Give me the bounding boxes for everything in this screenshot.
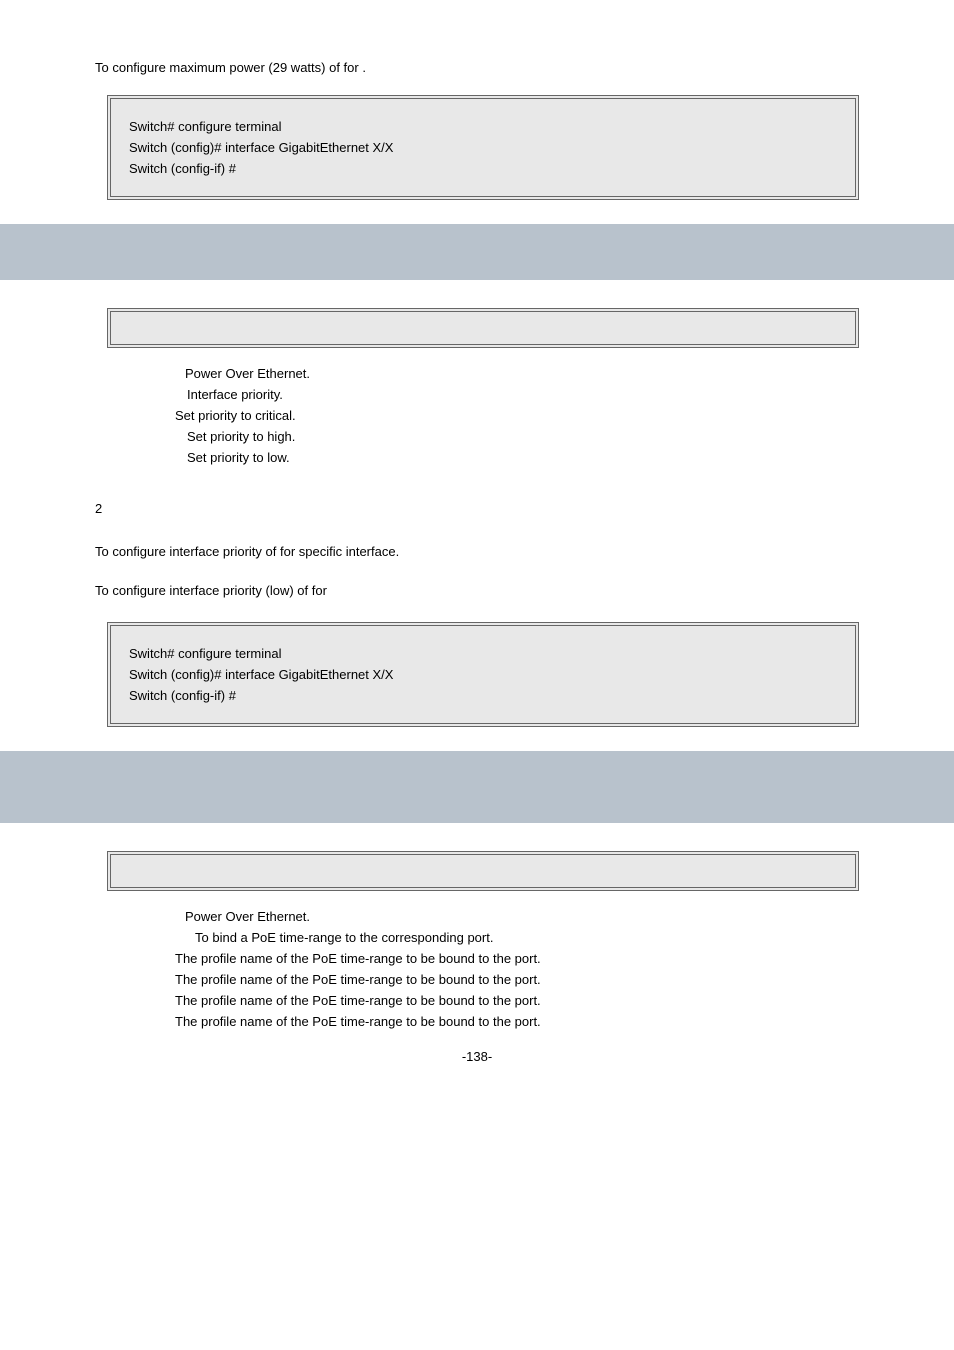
code-example-box: Switch# configure terminal Switch (confi… — [107, 95, 859, 200]
syntax-box — [107, 851, 859, 891]
code-line: Switch (config)# interface GigabitEthern… — [129, 140, 837, 155]
usage-guide-text: To configure interface priority of for s… — [95, 544, 859, 559]
section-header-bar — [0, 751, 954, 823]
param-desc: The profile name of the PoE time-range t… — [175, 1014, 541, 1029]
param-desc: Interface priority. — [187, 387, 283, 402]
section-header-bar — [0, 224, 954, 280]
code-line: Switch (config-if) # — [129, 161, 837, 176]
intro-prefix: To configure maximum power (29 watts) of — [95, 60, 344, 75]
usage-prefix: To configure interface priority of — [95, 544, 280, 559]
param-desc: Power Over Ethernet. — [185, 909, 310, 924]
param-desc: Set priority to low. — [187, 450, 290, 465]
intro-suffix: . — [362, 60, 366, 75]
code-line: Switch (config)# interface GigabitEthern… — [129, 667, 837, 682]
page-number: -138- — [95, 1049, 859, 1064]
param-desc: Set priority to high. — [187, 429, 295, 444]
param-desc: To bind a PoE time-range to the correspo… — [195, 930, 493, 945]
example-intro-text: To configure interface priority (low) of… — [95, 583, 859, 598]
example-prefix: To configure interface priority (low) of — [95, 583, 312, 598]
code-line: Switch# configure terminal — [129, 646, 837, 661]
intro-mid: for — [344, 60, 363, 75]
param-desc: The profile name of the PoE time-range t… — [175, 993, 541, 1008]
param-desc: The profile name of the PoE time-range t… — [175, 972, 541, 987]
param-desc: Power Over Ethernet. — [185, 366, 310, 381]
code-example-box: Switch# configure terminal Switch (confi… — [107, 622, 859, 727]
param-desc: Set priority to critical. — [175, 408, 296, 423]
default-value: 2 — [95, 501, 859, 516]
usage-suffix: for specific interface. — [280, 544, 399, 559]
syntax-box — [107, 308, 859, 348]
param-desc: The profile name of the PoE time-range t… — [175, 951, 541, 966]
code-line: Switch# configure terminal — [129, 119, 837, 134]
code-line: Switch (config-if) # — [129, 688, 837, 703]
intro-text: To configure maximum power (29 watts) of… — [95, 60, 859, 75]
parameters-list: Power Over Ethernet. Interface priority.… — [95, 366, 859, 465]
example-mid: for — [312, 583, 327, 598]
parameters-list: Power Over Ethernet. To bind a PoE time-… — [95, 909, 859, 1029]
